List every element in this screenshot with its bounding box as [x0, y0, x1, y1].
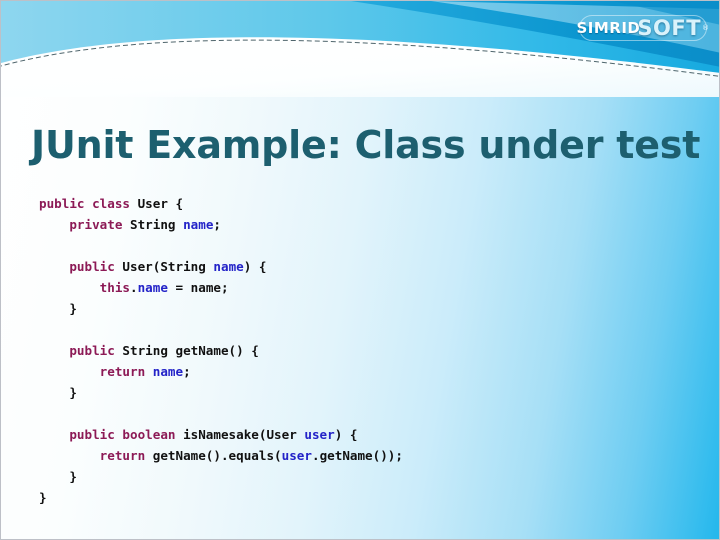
- code-token: return: [39, 363, 153, 379]
- code-token: User(String: [122, 258, 214, 274]
- code-token: getName().equals(: [152, 447, 282, 463]
- code-token: public class: [39, 195, 138, 211]
- code-token: ) {: [243, 258, 267, 274]
- code-line: private String name;: [39, 214, 679, 235]
- code-token: isNamesake(User: [183, 426, 305, 442]
- slide-banner-decoration: [1, 1, 719, 97]
- code-line: public boolean isNamesake(User user) {: [39, 424, 679, 445]
- code-token: }: [39, 384, 77, 400]
- slide-title: JUnit Example: Class under test: [31, 123, 701, 168]
- code-token: }: [39, 300, 77, 316]
- code-line: return getName().equals(user.getName());: [39, 445, 679, 466]
- code-token: }: [39, 489, 47, 505]
- code-token: this: [39, 279, 130, 295]
- code-token: private: [39, 216, 130, 232]
- code-line: public User(String name) {: [39, 256, 679, 277]
- code-token: public: [39, 342, 123, 358]
- code-token: user: [304, 426, 335, 442]
- code-block: public class User { private String name;…: [39, 193, 679, 508]
- code-token: return: [39, 447, 153, 463]
- code-token: public: [39, 258, 123, 274]
- code-token: String getName() {: [122, 342, 259, 358]
- code-token: .: [130, 279, 138, 295]
- code-line: this.name = name;: [39, 277, 679, 298]
- code-line: }: [39, 298, 679, 319]
- code-token: }: [39, 468, 77, 484]
- code-line: public String getName() {: [39, 340, 679, 361]
- code-token: ) {: [334, 426, 358, 442]
- code-token: ;: [213, 216, 222, 232]
- code-token: name: [152, 363, 184, 379]
- code-token: User {: [137, 195, 184, 211]
- code-token: name: [137, 279, 168, 295]
- code-line: return name;: [39, 361, 679, 382]
- banner-swoosh-graphic: [1, 1, 719, 97]
- code-token: = name;: [167, 279, 229, 295]
- code-token: name: [183, 216, 214, 232]
- code-token: user: [281, 447, 312, 463]
- code-token: String: [130, 216, 184, 232]
- code-token: .getName());: [311, 447, 403, 463]
- code-line: public class User {: [39, 193, 679, 214]
- code-token: name: [213, 258, 244, 274]
- code-line: }: [39, 466, 679, 487]
- code-token: public boolean: [39, 426, 184, 442]
- slide: Simrid Soft ® JUnit Example: Class under t…: [0, 0, 720, 540]
- code-line: }: [39, 382, 679, 403]
- code-token: ;: [183, 363, 191, 379]
- code-line: }: [39, 487, 679, 508]
